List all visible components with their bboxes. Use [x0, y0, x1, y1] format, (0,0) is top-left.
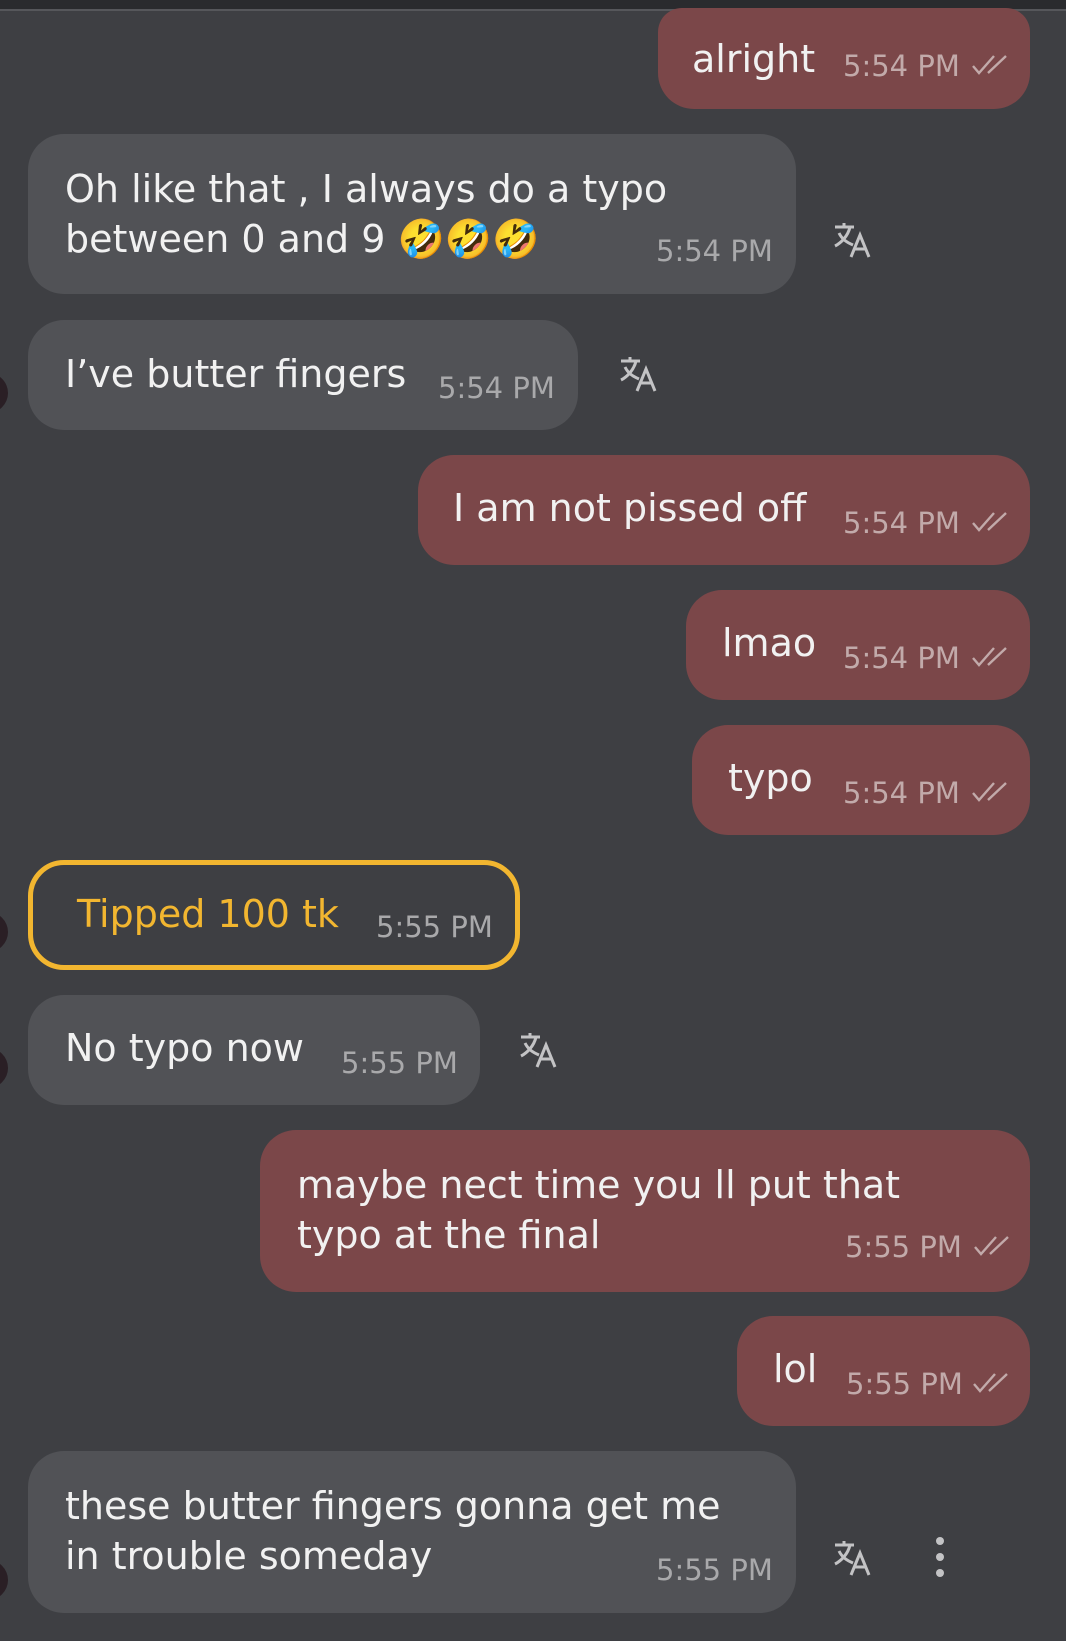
message-text-line-1: these butter fingers gonna get me [65, 1484, 721, 1528]
incoming-message[interactable]: Oh like that , I always do a typo betwee… [28, 134, 796, 294]
message-time: 5:54 PM [843, 641, 960, 675]
avatar[interactable] [0, 1560, 8, 1600]
double-check-icon [973, 1373, 1008, 1393]
message-time: 5:55 PM [846, 1367, 963, 1401]
outgoing-message[interactable]: lol 5:55 PM [737, 1316, 1030, 1426]
message-text: alright [692, 37, 816, 81]
message-time: 5:55 PM [656, 1553, 773, 1587]
outgoing-message[interactable]: typo 5:54 PM [692, 725, 1030, 835]
avatar[interactable] [0, 1048, 8, 1088]
double-check-icon [972, 782, 1007, 802]
avatar[interactable] [0, 373, 8, 413]
outgoing-message[interactable]: I am not pissed off 5:54 PM [418, 455, 1030, 565]
message-time: 5:54 PM [843, 49, 960, 83]
incoming-message[interactable]: I’ve butter fingers 5:54 PM [28, 320, 578, 430]
outgoing-message[interactable]: lmao 5:54 PM [686, 590, 1030, 700]
outgoing-message[interactable]: maybe nect time you ll put that typo at … [260, 1130, 1030, 1292]
more-vertical-icon[interactable] [932, 1536, 948, 1580]
message-text-line-2: typo at the final [297, 1213, 601, 1257]
translate-icon[interactable] [832, 218, 876, 262]
message-text: lmao [722, 621, 817, 665]
message-text: I’ve butter fingers [65, 352, 407, 396]
message-text-line-1: Oh like that , I always do a typo [65, 167, 668, 211]
incoming-message[interactable]: No typo now 5:55 PM [28, 995, 480, 1105]
message-text-line-1: maybe nect time you ll put that [297, 1163, 901, 1207]
message-text: No typo now [65, 1026, 305, 1070]
message-time: 5:54 PM [438, 371, 555, 405]
message-text-line-2: in trouble someday [65, 1534, 433, 1578]
message-text: I am not pissed off [453, 486, 807, 530]
message-time: 5:55 PM [341, 1046, 458, 1080]
translate-icon[interactable] [832, 1536, 876, 1580]
tip-message[interactable]: Tipped 100 tk 5:55 PM [28, 860, 520, 970]
translate-icon[interactable] [518, 1028, 562, 1072]
message-time: 5:54 PM [656, 234, 773, 268]
double-check-icon [974, 1236, 1009, 1256]
avatar[interactable] [0, 912, 8, 952]
message-time: 5:55 PM [376, 910, 493, 944]
outgoing-message[interactable]: alright 5:54 PM [658, 8, 1030, 109]
tip-text: Tipped 100 tk [77, 892, 339, 936]
message-text: lol [773, 1347, 818, 1391]
double-check-icon [972, 647, 1007, 667]
message-time: 5:54 PM [843, 506, 960, 540]
incoming-message[interactable]: these butter fingers gonna get me in tro… [28, 1451, 796, 1613]
double-check-icon [972, 512, 1007, 532]
double-check-icon [972, 55, 1007, 75]
message-text: typo [728, 756, 813, 800]
message-text-line-2: between 0 and 9 🤣🤣🤣 [65, 217, 540, 261]
message-time: 5:55 PM [845, 1230, 962, 1264]
message-time: 5:54 PM [843, 776, 960, 810]
translate-icon[interactable] [618, 352, 662, 396]
